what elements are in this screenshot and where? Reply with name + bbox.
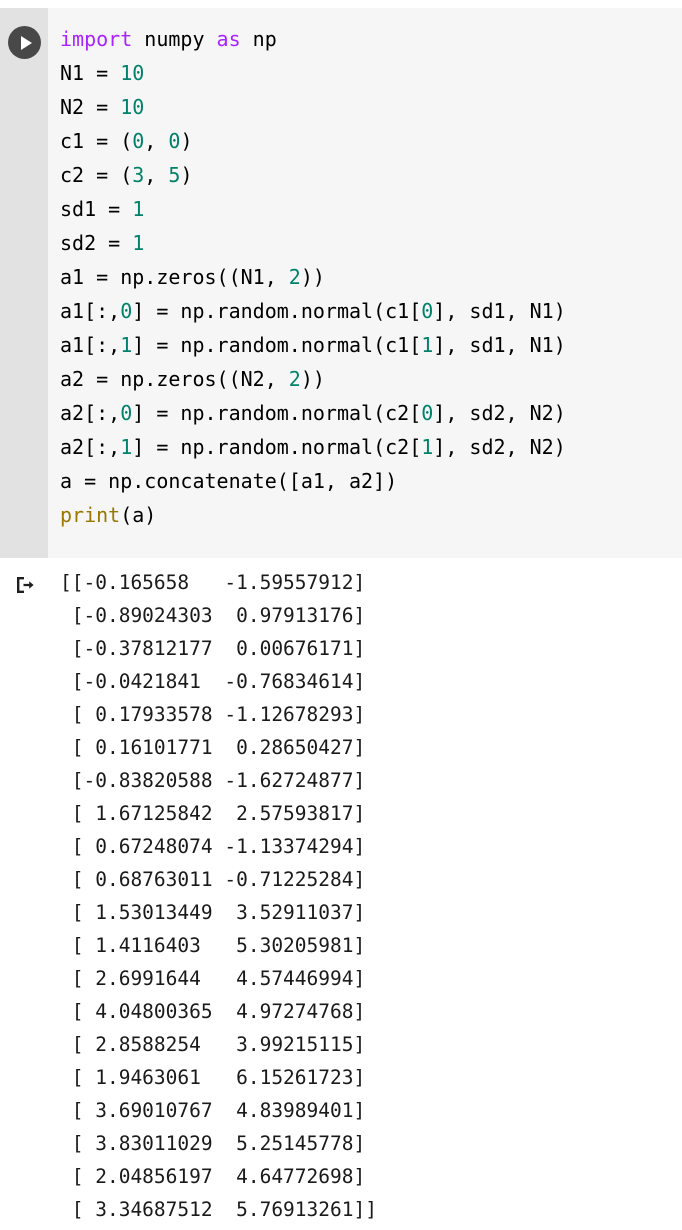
output-line: [ 3.34687512 5.76913261]] [60, 1198, 377, 1221]
code-line: a2[:,1] = np.random.normal(c2[1], sd2, N… [60, 430, 682, 464]
code-token-pl: a1 = np.zeros((N1, [60, 265, 289, 289]
code-line: N2 = 10 [60, 90, 682, 124]
output-line: [-0.83820588 -1.62724877] [60, 769, 366, 792]
output-line: [ 0.16101771 0.28650427] [60, 736, 366, 759]
output-line: [ 1.4116403 5.30205981] [60, 934, 366, 957]
code-token-pl: c1 = ( [60, 129, 133, 153]
code-token-num: 5 [168, 163, 181, 187]
code-token-pl: ] = np.random.normal(c1[ [132, 333, 422, 357]
code-token-pl: c2 = ( [60, 163, 133, 187]
code-token-num: 1 [421, 435, 434, 459]
code-cell[interactable]: import numpy as np N1 = 10 N2 = 10 c1 = (0,… [0, 8, 682, 558]
output-cell-gutter [0, 566, 48, 1226]
output-line: [-0.0421841 -0.76834614] [60, 670, 366, 693]
output-line: [ 0.17933578 -1.12678293] [60, 703, 366, 726]
code-token-num: 0 [120, 299, 133, 323]
code-line: import numpy as np [60, 22, 682, 56]
code-token-pl: a2[:, [60, 401, 121, 425]
output-line: [ 2.04856197 4.64772698] [60, 1165, 366, 1188]
output-line: [ 1.9463061 6.15261723] [60, 1066, 366, 1089]
code-token-pl: a2[:, [60, 435, 121, 459]
code-token-pl: ], sd2, N2) [433, 435, 566, 459]
code-token-num: 1 [132, 197, 145, 221]
code-token-num: 0 [168, 129, 181, 153]
run-cell-button[interactable] [8, 26, 41, 59]
code-line: print(a) [60, 498, 682, 532]
code-token-kw: import [60, 27, 133, 51]
output-line: [ 3.69010767 4.83989401] [60, 1099, 366, 1122]
code-token-num: 1 [120, 435, 133, 459]
code-token-num: 3 [132, 163, 145, 187]
code-token-pl: , [144, 129, 169, 153]
output-line: [-0.89024303 0.97913176] [60, 604, 366, 627]
notebook-container: import numpy as np N1 = 10 N2 = 10 c1 = (0,… [0, 0, 682, 1230]
output-line: [ 0.68763011 -0.71225284] [60, 868, 366, 891]
code-line: c1 = (0, 0) [60, 124, 682, 158]
code-token-num: 1 [421, 333, 434, 357]
output-line: [[-0.165658 -1.59557912] [60, 571, 366, 594]
code-token-pl: (a) [120, 503, 157, 527]
code-token-pl: ], sd1, N1) [433, 333, 566, 357]
code-token-kw: as [216, 27, 241, 51]
code-token-num: 1 [120, 333, 133, 357]
output-line: [ 0.67248074 -1.13374294] [60, 835, 366, 858]
code-line: c2 = (3, 5) [60, 158, 682, 192]
output-line: [ 2.6991644 4.57446994] [60, 967, 366, 990]
code-token-pl: ) [180, 163, 193, 187]
code-token-pl: np [240, 27, 277, 51]
code-token-pl: N2 = [60, 95, 121, 119]
code-token-pl: ) [180, 129, 193, 153]
code-token-num: 1 [132, 231, 145, 255]
code-token-num: 2 [288, 265, 301, 289]
code-line: a = np.concatenate([a1, a2]) [60, 464, 682, 498]
code-line: a2[:,0] = np.random.normal(c2[0], sd2, N… [60, 396, 682, 430]
output-line: [ 4.04800365 4.97274768] [60, 1000, 366, 1023]
code-token-num: 0 [421, 401, 434, 425]
code-token-num: 0 [421, 299, 434, 323]
code-token-pl: ], sd1, N1) [433, 299, 566, 323]
code-token-pl: a = np.concatenate([a1, a2]) [60, 469, 398, 493]
code-token-pl: a1[:, [60, 299, 121, 323]
output-text: [[-0.165658 -1.59557912] [-0.89024303 0.… [48, 566, 682, 1226]
code-token-pl: sd2 = [60, 231, 133, 255]
code-cell-gutter [0, 8, 48, 558]
code-token-pl: ], sd2, N2) [433, 401, 566, 425]
output-line: [-0.37812177 0.00676171] [60, 637, 366, 660]
code-token-pl: N1 = [60, 61, 121, 85]
output-arrow-icon [17, 577, 34, 593]
output-line: [ 2.8588254 3.99215115] [60, 1033, 366, 1056]
code-line: sd2 = 1 [60, 226, 682, 260]
output-line: [ 1.67125842 2.57593817] [60, 802, 366, 825]
code-line: a1 = np.zeros((N1, 2)) [60, 260, 682, 294]
code-token-num: 0 [132, 129, 145, 153]
code-token-pl: sd1 = [60, 197, 133, 221]
code-token-pl: numpy [132, 27, 217, 51]
code-token-fn: print [60, 503, 121, 527]
code-token-pl: , [144, 163, 169, 187]
play-icon [21, 35, 32, 50]
code-token-pl: ] = np.random.normal(c2[ [132, 401, 422, 425]
code-token-num: 10 [120, 61, 145, 85]
code-token-pl: )) [300, 367, 325, 391]
code-line: a1[:,0] = np.random.normal(c1[0], sd1, N… [60, 294, 682, 328]
code-token-num: 0 [120, 401, 133, 425]
code-token-pl: a2 = np.zeros((N2, [60, 367, 289, 391]
output-line: [ 3.83011029 5.25145778] [60, 1132, 366, 1155]
code-token-pl: ] = np.random.normal(c2[ [132, 435, 422, 459]
code-line: a2 = np.zeros((N2, 2)) [60, 362, 682, 396]
code-token-pl: a1[:, [60, 333, 121, 357]
code-token-num: 10 [120, 95, 145, 119]
code-token-pl: )) [300, 265, 325, 289]
output-line: [ 1.53013449 3.52911037] [60, 901, 366, 924]
code-editor[interactable]: import numpy as np N1 = 10 N2 = 10 c1 = (0,… [48, 8, 682, 558]
code-line: sd1 = 1 [60, 192, 682, 226]
code-line: a1[:,1] = np.random.normal(c1[1], sd1, N… [60, 328, 682, 362]
code-token-num: 2 [288, 367, 301, 391]
output-cell: [[-0.165658 -1.59557912] [-0.89024303 0.… [0, 566, 682, 1226]
code-line: N1 = 10 [60, 56, 682, 90]
code-token-pl: ] = np.random.normal(c1[ [132, 299, 422, 323]
